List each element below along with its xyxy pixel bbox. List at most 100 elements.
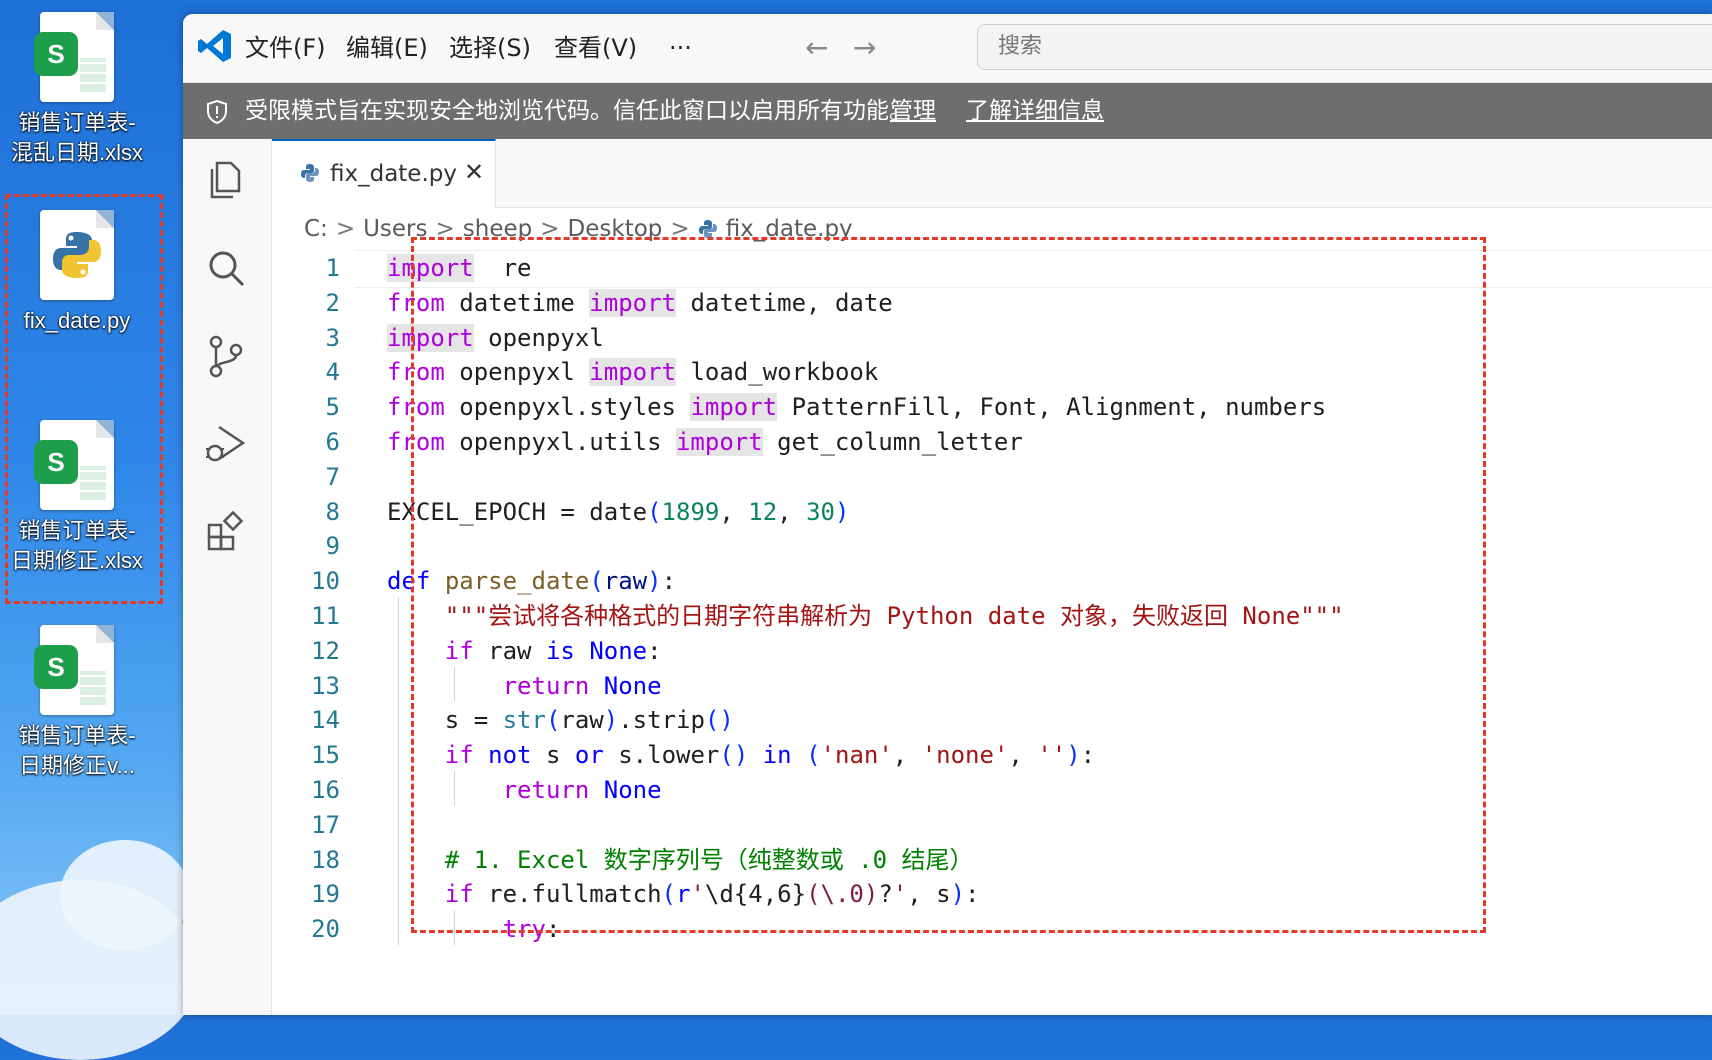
code-text: try: [387, 910, 561, 948]
code-line[interactable]: 18 # 1. Excel 数字序列号（纯整数或 .0 结尾） [272, 841, 1712, 879]
source-control-icon[interactable] [203, 333, 249, 379]
code-token: return [502, 671, 590, 700]
code-line[interactable]: 2 from datetime import datetime, date [272, 284, 1712, 322]
code-line[interactable]: 14 s = str(raw).strip() [272, 701, 1712, 739]
line-number: 17 [311, 810, 340, 839]
code-text: s = str(raw).strip() [387, 701, 734, 739]
restricted-mode-message: 受限模式旨在实现安全地浏览代码。信任此窗口以启用所有功能。 [245, 98, 912, 124]
command-center-search[interactable]: 搜索 [977, 24, 1712, 70]
line-number: 9 [325, 532, 340, 561]
code-line[interactable]: 15 if not s or s.lower() in ('nan', 'non… [272, 736, 1712, 774]
code-token: openpyxl [473, 323, 604, 352]
code-token: get_column_letter [762, 428, 1023, 456]
code-token: : [545, 915, 561, 944]
code-token: # 1. Excel 数字序列号（纯整数或 .0 结尾） [444, 845, 974, 874]
code-line[interactable]: 4 from openpyxl import load_workbook [272, 353, 1712, 391]
menu-selection[interactable]: 选择(S) [449, 32, 531, 64]
excel-file-icon: S [34, 625, 114, 715]
python-icon [301, 164, 319, 182]
code-token: ( [589, 567, 604, 596]
close-icon[interactable]: ✕ [464, 157, 484, 187]
code-line[interactable]: 11 """尝试将各种格式的日期字符串解析为 Python date 对象，失败… [272, 597, 1712, 635]
code-token: None [603, 776, 662, 804]
line-number: 15 [311, 741, 340, 770]
code-token: , [777, 497, 807, 526]
code-text: if raw is None: [387, 632, 662, 670]
back-arrow-icon[interactable]: ← [805, 32, 828, 64]
search-icon[interactable] [203, 245, 249, 291]
code-token: datetime [444, 288, 590, 317]
code-token: """尝试将各种格式的日期字符串解析为 Python date 对象，失败返回 … [444, 602, 1344, 630]
menu-file[interactable]: 文件(F) [245, 32, 326, 64]
explorer-icon[interactable] [203, 157, 249, 203]
extensions-icon[interactable] [203, 509, 249, 555]
menu-view[interactable]: 查看(V) [554, 32, 637, 64]
code-token: 12 [748, 497, 778, 526]
indent-guide [454, 666, 455, 702]
code-token: ( [647, 497, 662, 526]
breadcrumb-sep: > [335, 216, 356, 242]
code-token: : [1080, 741, 1096, 770]
code-line[interactable]: 7 [272, 458, 1712, 496]
code-line[interactable]: 16 return None [272, 771, 1712, 809]
code-line[interactable]: 17 [272, 806, 1712, 844]
code-line[interactable]: 8 EXCEL_EPOCH = date(1899, 12, 30) [272, 493, 1712, 531]
code-token: None [589, 636, 648, 665]
breadcrumb-item[interactable]: C: [304, 216, 328, 242]
code-line[interactable]: 3 import openpyxl [272, 319, 1712, 357]
code-token: ? [878, 880, 893, 909]
code-text: if re.fullmatch(r'\d{4,6}(\.0)?', s): [387, 875, 980, 913]
breadcrumb-sep: > [435, 216, 455, 242]
breadcrumb-item[interactable]: Desktop [568, 216, 663, 242]
breadcrumb-item[interactable]: sheep [463, 216, 532, 242]
desktop-file-fixed-dates-v[interactable]: S 销售订单表- 日期修正v... [0, 625, 162, 781]
menu-edit[interactable]: 编辑(E) [346, 32, 428, 64]
code-editor[interactable]: 1 import re 2 from datetime import datetime… [272, 249, 1712, 1015]
learn-more-link[interactable]: 了解详细信息 [966, 83, 1104, 139]
code-line[interactable]: 20 try: [272, 910, 1712, 948]
code-token: is [545, 636, 575, 665]
vscode-logo-icon [198, 30, 231, 62]
menu-more[interactable]: ··· [669, 32, 692, 64]
desktop-file-label: 销售订单表- 混乱日期.xlsx [10, 110, 143, 165]
code-line[interactable]: 9 [272, 527, 1712, 565]
code-line[interactable]: 19 if re.fullmatch(r'\d{4,6}(\.0)?', s): [272, 875, 1712, 913]
code-line[interactable]: 5 from openpyxl.styles import PatternFill… [272, 388, 1712, 426]
line-number: 13 [311, 671, 340, 700]
breadcrumb-item[interactable]: fix_date.py [726, 216, 853, 242]
line-number: 20 [311, 915, 340, 944]
code-token: , [1008, 741, 1038, 770]
line-number: 6 [325, 428, 340, 456]
code-token: try [502, 915, 546, 944]
code-token: : [965, 880, 980, 909]
code-text: return None [387, 771, 662, 809]
code-line[interactable]: 10 def parse_date(raw): [272, 562, 1712, 600]
code-token: load_workbook [676, 358, 879, 387]
code-token: None [603, 671, 662, 700]
desktop-file-messy-dates[interactable]: S 销售订单表- 混乱日期.xlsx [0, 12, 162, 168]
code-token: '' [1037, 741, 1067, 770]
code-text: from openpyxl.utils import get_column_le… [387, 423, 1023, 461]
code-text: import openpyxl [387, 319, 604, 357]
line-number: 11 [311, 602, 340, 630]
forward-arrow-icon[interactable]: → [853, 32, 876, 64]
code-token: import [690, 393, 778, 422]
code-line[interactable]: 6 from openpyxl.utils import get_column_l… [272, 423, 1712, 461]
code-token: import [589, 288, 676, 317]
code-line[interactable]: 12 if raw is None: [272, 632, 1712, 670]
line-number: 7 [325, 462, 340, 491]
manage-link[interactable]: 管理 [890, 83, 936, 139]
code-line[interactable]: 1 import re [272, 249, 1712, 288]
code-line[interactable]: 13 return None [272, 667, 1712, 705]
code-token: ( [661, 880, 676, 909]
breadcrumb-item[interactable]: Users [363, 216, 427, 242]
code-token: () [719, 741, 749, 770]
line-number: 19 [311, 880, 340, 909]
code-text: from openpyxl import load_workbook [387, 353, 878, 391]
current-line-highlight [355, 250, 1712, 288]
run-debug-icon[interactable] [203, 421, 249, 467]
tab-fix-date-py[interactable]: fix_date.py ✕ [272, 139, 496, 208]
